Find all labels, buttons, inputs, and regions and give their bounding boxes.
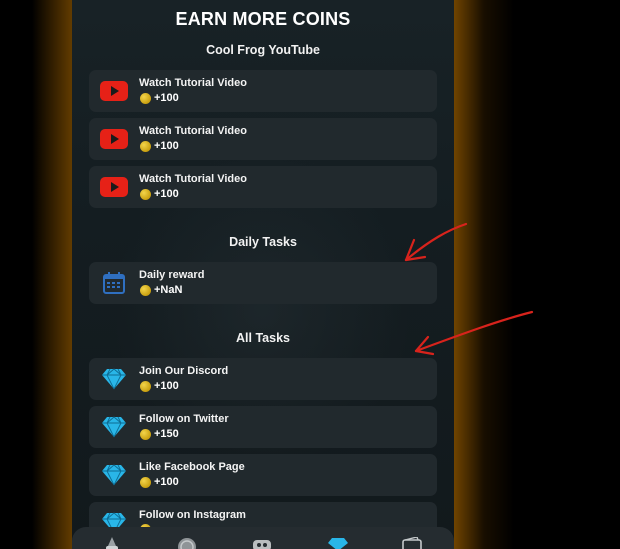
annotation-arrows [404, 222, 534, 356]
arrow-to-daily-tasks [404, 222, 468, 262]
arrow-to-all-tasks [414, 310, 534, 353]
